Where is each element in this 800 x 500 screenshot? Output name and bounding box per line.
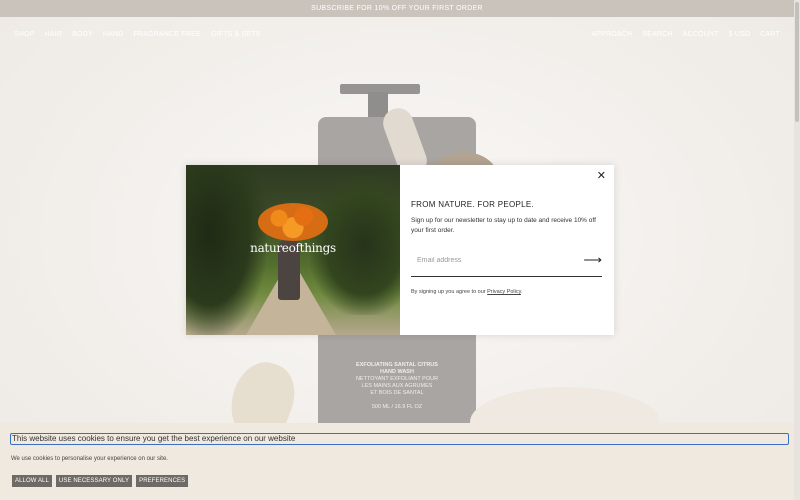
modal-title: FROM NATURE. FOR PEOPLE. <box>411 200 535 209</box>
submit-arrow-icon[interactable]: ⟶ <box>583 253 602 266</box>
cookie-banner: This website uses cookies to ensure you … <box>0 423 800 500</box>
email-input[interactable] <box>411 256 561 264</box>
scrollbar-thumb[interactable] <box>795 2 799 122</box>
necessary-only-button[interactable]: USE NECESSARY ONLY <box>55 475 133 487</box>
brand-logo: natureofthings <box>250 241 336 255</box>
cookie-title: This website uses cookies to ensure you … <box>10 433 789 445</box>
allow-all-button[interactable]: ALLOW ALL <box>12 475 52 487</box>
email-signup-row: ⟶ <box>411 253 602 277</box>
modal-description: Sign up for our newsletter to stay up to… <box>411 217 596 234</box>
privacy-prefix: By signing up you agree to our <box>411 289 488 295</box>
privacy-suffix: . <box>520 289 523 295</box>
cookie-description: We use cookies to personalise your exper… <box>11 456 168 462</box>
modal-content: ✕ FROM NATURE. FOR PEOPLE. Sign up for o… <box>400 165 614 335</box>
privacy-policy-link[interactable]: Privacy Policy <box>487 289 521 295</box>
marigold-bouquet <box>258 203 328 241</box>
privacy-notice: By signing up you agree to our Privacy P… <box>411 289 602 295</box>
announcement-bar[interactable]: SUBSCRIBE FOR 10% OFF YOUR FIRST ORDER <box>0 0 794 17</box>
close-icon[interactable]: ✕ <box>597 169 606 182</box>
newsletter-modal: natureofthings ✕ FROM NATURE. FOR PEOPLE… <box>186 165 614 335</box>
modal-photo: natureofthings <box>186 165 400 335</box>
page-scrollbar[interactable] <box>794 0 800 500</box>
preferences-button[interactable]: PREFERENCES <box>136 475 189 487</box>
cookie-buttons: ALLOW ALL USE NECESSARY ONLY PREFERENCES <box>12 475 189 487</box>
